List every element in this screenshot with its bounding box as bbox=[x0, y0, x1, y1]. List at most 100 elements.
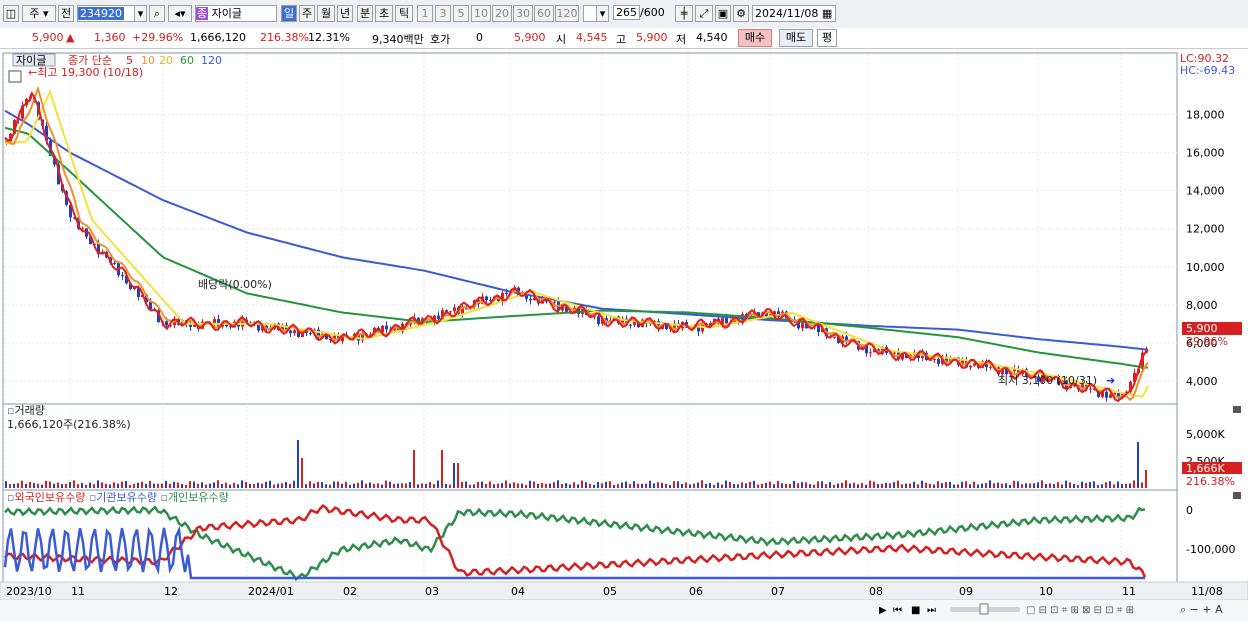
prev-button[interactable]: 전 bbox=[58, 5, 74, 22]
volume-bar bbox=[893, 482, 895, 488]
volume-bar bbox=[1061, 484, 1063, 488]
period-tab-month[interactable]: 월 bbox=[317, 5, 335, 22]
minute-tab-60[interactable]: 60 bbox=[534, 5, 554, 22]
stop-icon[interactable]: ■ bbox=[911, 605, 920, 616]
volume-bar bbox=[689, 484, 691, 488]
volume-bar bbox=[221, 483, 223, 488]
volume-bar bbox=[389, 481, 391, 488]
speaker-icon[interactable]: ◂▾ bbox=[168, 5, 192, 22]
forward-icon[interactable]: ⏭ bbox=[927, 605, 936, 616]
volume-bar bbox=[425, 483, 427, 488]
custom-period-dropdown-icon[interactable]: ▾ bbox=[596, 5, 609, 22]
volume-bar bbox=[961, 481, 963, 488]
volume-bar bbox=[373, 484, 375, 488]
price-change-pct: +29.96% bbox=[132, 31, 184, 44]
minute-tab-1[interactable]: 1 bbox=[417, 5, 433, 22]
compare-icon[interactable]: ⤢ bbox=[695, 5, 713, 22]
volume-bar bbox=[549, 483, 551, 488]
zoom-slider-handle[interactable] bbox=[979, 603, 989, 615]
period-tab-tick[interactable]: 틱 bbox=[395, 5, 413, 22]
layout-icons[interactable]: ▢ ⊟ ⊡ ⌗ ⊞ ⊠ ⊟ ⊡ ⌗ ⊞ bbox=[1026, 605, 1134, 616]
holding-panel-close-icon[interactable] bbox=[1233, 492, 1241, 499]
scroll-right-icon[interactable]: ▶ bbox=[879, 605, 887, 616]
period-tab-second[interactable]: 초 bbox=[375, 5, 393, 22]
minute-tab-120[interactable]: 120 bbox=[555, 5, 579, 22]
search-icon[interactable]: ⌕ bbox=[149, 5, 165, 22]
volume-bar bbox=[513, 482, 515, 488]
x-axis-label: 12 bbox=[164, 585, 178, 598]
volume-bar bbox=[97, 480, 99, 488]
turnover-rate: 12.31% bbox=[308, 31, 350, 44]
volume-bar bbox=[9, 484, 11, 488]
individual-holding-label: 개인보유수량 bbox=[168, 491, 229, 504]
minute-tab-3[interactable]: 3 bbox=[435, 5, 451, 22]
volume-bar bbox=[1113, 484, 1115, 488]
volume-bar bbox=[841, 482, 843, 488]
volume-bar bbox=[341, 483, 343, 488]
candle-body bbox=[289, 330, 292, 334]
minute-tab-20[interactable]: 20 bbox=[492, 5, 512, 22]
minute-tab-30[interactable]: 30 bbox=[513, 5, 533, 22]
volume-bar bbox=[681, 484, 683, 488]
calculator-icon[interactable] bbox=[8, 70, 22, 83]
volume-bar bbox=[585, 482, 587, 488]
volume-bar bbox=[57, 482, 59, 488]
rewind-icon[interactable]: ⏮ bbox=[893, 605, 902, 616]
volume-bar bbox=[257, 482, 259, 488]
volume-bar bbox=[685, 482, 687, 488]
code-input[interactable]: 234920 bbox=[77, 5, 135, 22]
minute-tab-5[interactable]: 5 bbox=[453, 5, 469, 22]
volume-bar bbox=[349, 484, 351, 488]
volume-bar bbox=[481, 481, 483, 488]
market-select[interactable]: 주 ▾ bbox=[22, 5, 56, 22]
price-tick-label: 8,000 bbox=[1186, 299, 1218, 312]
volume-bar bbox=[709, 482, 711, 488]
period-tab-minute[interactable]: 분 bbox=[357, 5, 373, 22]
volume-bar bbox=[149, 480, 151, 488]
period-tab-day[interactable]: 일 bbox=[281, 5, 297, 22]
volume-bar bbox=[945, 482, 947, 488]
volume-bar bbox=[45, 480, 47, 488]
volume-bar bbox=[1145, 470, 1147, 488]
volume-bar bbox=[365, 483, 367, 488]
volume-bar bbox=[1033, 483, 1035, 488]
pct-tag: 29.96% bbox=[1186, 335, 1228, 348]
volume-bar bbox=[469, 484, 471, 488]
volume-bar bbox=[541, 482, 543, 488]
average-button[interactable]: 평 bbox=[817, 29, 837, 47]
code-dropdown-icon[interactable]: ▾ bbox=[134, 5, 147, 22]
stock-name-field[interactable]: 종 자이글 bbox=[195, 5, 277, 22]
save-icon[interactable]: ▣ bbox=[715, 5, 731, 22]
volume-panel-close-icon[interactable] bbox=[1233, 406, 1241, 413]
volume-bar bbox=[253, 483, 255, 488]
volume-bar bbox=[65, 483, 67, 488]
date-picker[interactable]: 2024/11/08 ▦ bbox=[752, 5, 836, 22]
volume-bar bbox=[161, 483, 163, 488]
chart-menu-icon[interactable]: ◫ bbox=[3, 5, 19, 22]
open-label: 시 bbox=[556, 33, 567, 46]
buy-button[interactable]: 매수 bbox=[738, 29, 772, 47]
volume-bar bbox=[289, 483, 291, 488]
sell-button[interactable]: 매도 bbox=[779, 29, 813, 47]
volume-bar bbox=[941, 483, 943, 488]
candle-type-icon[interactable]: ╪ bbox=[675, 5, 693, 22]
gear-icon[interactable]: ⚙ bbox=[733, 5, 749, 22]
volume-bar bbox=[217, 480, 219, 488]
candle-body bbox=[149, 302, 152, 310]
candle-body bbox=[629, 324, 632, 326]
period-tab-year[interactable]: 년 bbox=[337, 5, 353, 22]
volume-bar bbox=[329, 484, 331, 488]
volume-bar bbox=[1129, 483, 1131, 488]
volume-bar bbox=[705, 483, 707, 488]
candle-body bbox=[121, 275, 124, 277]
minute-tab-10[interactable]: 10 bbox=[471, 5, 491, 22]
volume-bar bbox=[665, 483, 667, 488]
zoom-controls[interactable]: ⌕ − + A bbox=[1180, 603, 1223, 616]
volume-bar bbox=[493, 484, 495, 488]
volume-bar bbox=[105, 483, 107, 488]
volume-bar bbox=[337, 481, 339, 488]
period-tab-week[interactable]: 주 bbox=[299, 5, 315, 22]
candle-body bbox=[989, 366, 992, 368]
volume-bar bbox=[177, 482, 179, 488]
volume-bar bbox=[573, 482, 575, 488]
